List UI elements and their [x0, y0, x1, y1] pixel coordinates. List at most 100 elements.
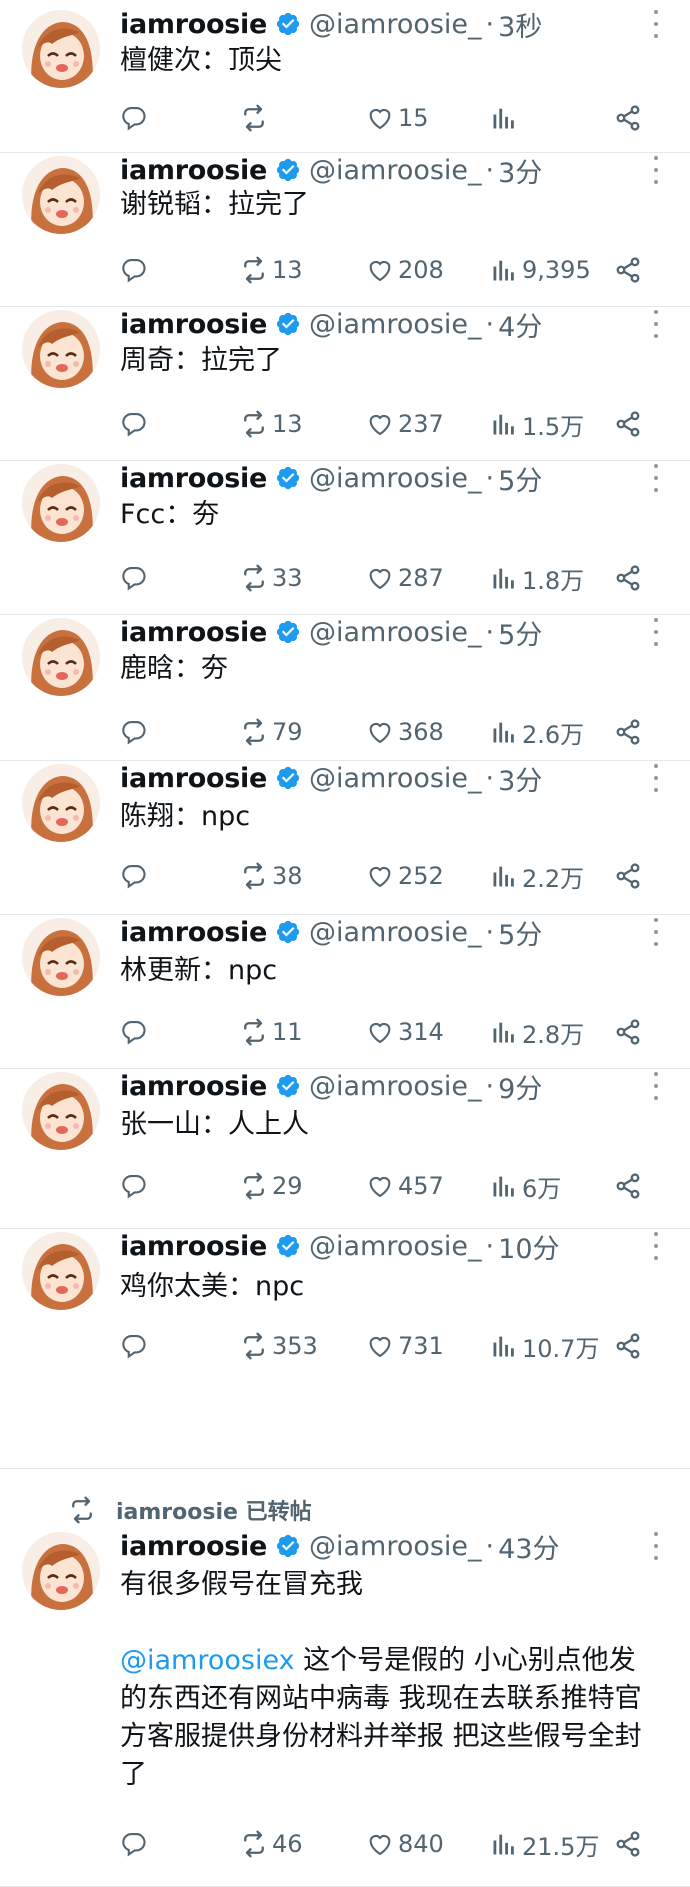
display-name[interactable]: iamroosie — [120, 1531, 267, 1562]
timestamp[interactable]: 43分 — [498, 1527, 559, 1566]
avatar[interactable] — [22, 618, 100, 696]
tweet[interactable]: iamroosie @iamroosie_ · 5分 鹿晗：夯 79 368 2.6万 — [0, 616, 690, 762]
mention-link[interactable]: @iamroosiex — [120, 1645, 295, 1676]
retweet-banner[interactable]: iamroosie 已转帖 — [68, 1494, 312, 1526]
views-button[interactable]: 9,395 — [490, 252, 591, 288]
retweet-button[interactable]: 33 — [240, 560, 303, 596]
views-button[interactable] — [490, 100, 522, 136]
retweet-button[interactable]: 38 — [240, 858, 303, 894]
tweet[interactable]: iamroosie @iamroosie_ · 3秒 檀健次：顶尖 15 — [0, 0, 690, 154]
timestamp[interactable]: 9分 — [498, 1067, 542, 1106]
like-button[interactable]: 731 — [366, 1328, 444, 1364]
views-button[interactable]: 1.8万 — [490, 560, 584, 596]
share-button[interactable] — [614, 252, 642, 288]
timestamp[interactable]: 3秒 — [498, 5, 542, 44]
user-handle[interactable]: @iamroosie_ — [309, 309, 482, 340]
reply-button[interactable] — [120, 560, 152, 596]
avatar[interactable] — [22, 1232, 100, 1310]
more-icon[interactable] — [652, 156, 660, 184]
retweet-button[interactable]: 46 — [240, 1826, 303, 1862]
tweet[interactable]: iamroosie @iamroosie_ · 4分 周奇：拉完了 13 237 1.5万 — [0, 308, 690, 462]
user-handle[interactable]: @iamroosie_ — [309, 617, 482, 648]
avatar[interactable] — [22, 156, 100, 234]
timestamp[interactable]: 5分 — [498, 613, 542, 652]
display-name[interactable]: iamroosie — [120, 1231, 267, 1262]
tweet[interactable]: iamroosie @iamroosie_ · 43分 有很多假号在冒充我 @iamroo… — [0, 1470, 690, 1887]
reply-button[interactable] — [120, 406, 152, 442]
timestamp[interactable]: 5分 — [498, 913, 542, 952]
share-button[interactable] — [614, 1826, 642, 1862]
share-button[interactable] — [614, 560, 642, 596]
share-button[interactable] — [614, 714, 642, 750]
user-handle[interactable]: @iamroosie_ — [309, 1071, 482, 1102]
display-name[interactable]: iamroosie — [120, 763, 267, 794]
retweet-button[interactable]: 13 — [240, 406, 303, 442]
views-button[interactable]: 10.7万 — [490, 1328, 599, 1364]
tweet[interactable]: iamroosie @iamroosie_ · 10分 鸡你太美：npc 353 731 10… — [0, 1230, 690, 1470]
more-icon[interactable] — [652, 310, 660, 338]
avatar[interactable] — [22, 10, 100, 88]
share-button[interactable] — [614, 100, 642, 136]
views-button[interactable]: 21.5万 — [490, 1826, 599, 1862]
more-icon[interactable] — [652, 10, 660, 38]
display-name[interactable]: iamroosie — [120, 617, 267, 648]
user-handle[interactable]: @iamroosie_ — [309, 9, 482, 40]
avatar[interactable] — [22, 310, 100, 388]
views-button[interactable]: 2.6万 — [490, 714, 584, 750]
views-button[interactable]: 1.5万 — [490, 406, 584, 442]
display-name[interactable]: iamroosie — [120, 1071, 267, 1102]
reply-button[interactable] — [120, 1826, 152, 1862]
user-handle[interactable]: @iamroosie_ — [309, 155, 482, 186]
share-button[interactable] — [614, 1328, 642, 1364]
avatar[interactable] — [22, 1072, 100, 1150]
retweet-button[interactable]: 79 — [240, 714, 303, 750]
like-button[interactable]: 208 — [366, 252, 444, 288]
retweet-button[interactable]: 13 — [240, 252, 303, 288]
share-button[interactable] — [614, 858, 642, 894]
more-icon[interactable] — [652, 1072, 660, 1100]
display-name[interactable]: iamroosie — [120, 917, 267, 948]
timestamp[interactable]: 4分 — [498, 305, 542, 344]
retweet-button[interactable]: 29 — [240, 1168, 303, 1204]
like-button[interactable]: 15 — [366, 100, 429, 136]
timestamp[interactable]: 10分 — [498, 1227, 559, 1266]
like-button[interactable]: 840 — [366, 1826, 444, 1862]
avatar[interactable] — [22, 464, 100, 542]
timestamp[interactable]: 5分 — [498, 459, 542, 498]
display-name[interactable]: iamroosie — [120, 463, 267, 494]
reply-button[interactable] — [120, 100, 152, 136]
more-icon[interactable] — [652, 464, 660, 492]
like-button[interactable]: 287 — [366, 560, 444, 596]
more-icon[interactable] — [652, 618, 660, 646]
timestamp[interactable]: 3分 — [498, 759, 542, 798]
like-button[interactable]: 368 — [366, 714, 444, 750]
reply-button[interactable] — [120, 252, 152, 288]
views-button[interactable]: 2.8万 — [490, 1014, 584, 1050]
retweet-button[interactable]: 11 — [240, 1014, 303, 1050]
user-handle[interactable]: @iamroosie_ — [309, 463, 482, 494]
reply-button[interactable] — [120, 714, 152, 750]
avatar[interactable] — [22, 918, 100, 996]
tweet[interactable]: iamroosie @iamroosie_ · 3分 陈翔：npc 38 252 2.2万 — [0, 762, 690, 916]
share-button[interactable] — [614, 1014, 642, 1050]
user-handle[interactable]: @iamroosie_ — [309, 763, 482, 794]
tweet[interactable]: iamroosie @iamroosie_ · 5分 林更新：npc 11 314 2.8万 — [0, 916, 690, 1070]
reply-button[interactable] — [120, 1014, 152, 1050]
views-button[interactable]: 2.2万 — [490, 858, 584, 894]
reply-button[interactable] — [120, 1328, 152, 1364]
tweet[interactable]: iamroosie @iamroosie_ · 3分 谢锐韬：拉完了 13 208 9,395 — [0, 154, 690, 308]
user-handle[interactable]: @iamroosie_ — [309, 1531, 482, 1562]
retweet-button[interactable]: 353 — [240, 1328, 318, 1364]
like-button[interactable]: 457 — [366, 1168, 444, 1204]
user-handle[interactable]: @iamroosie_ — [309, 917, 482, 948]
views-button[interactable]: 6万 — [490, 1168, 561, 1204]
display-name[interactable]: iamroosie — [120, 9, 267, 40]
display-name[interactable]: iamroosie — [120, 155, 267, 186]
tweet[interactable]: iamroosie @iamroosie_ · 5分 Fcc：夯 33 287 1.8万 — [0, 462, 690, 616]
display-name[interactable]: iamroosie — [120, 309, 267, 340]
more-icon[interactable] — [652, 918, 660, 946]
user-handle[interactable]: @iamroosie_ — [309, 1231, 482, 1262]
more-icon[interactable] — [652, 1232, 660, 1260]
share-button[interactable] — [614, 406, 642, 442]
like-button[interactable]: 237 — [366, 406, 444, 442]
